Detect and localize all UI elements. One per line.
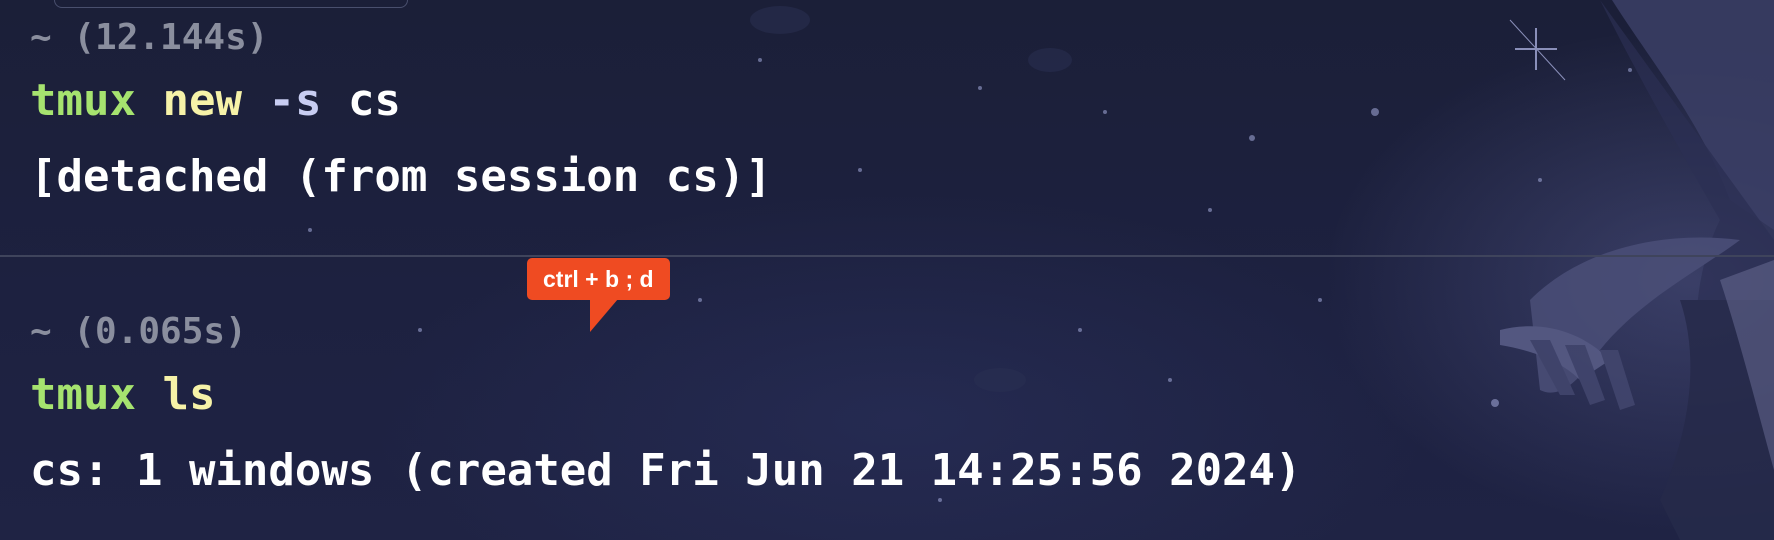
command-output: cs: 1 windows (created Fri Jun 21 14:25:… <box>30 445 1302 496</box>
command-program: tmux <box>30 75 136 126</box>
command-block-2: ~ (0.065s) tmux ls cs: 1 windows (create… <box>30 310 1302 498</box>
top-tab-outline <box>54 0 408 8</box>
command-subcommand: new <box>162 75 242 126</box>
command-output: [detached (from session cs)] <box>30 151 772 202</box>
keystroke-callout: ctrl + b ; d <box>527 258 670 300</box>
command-program: tmux <box>30 369 136 420</box>
timing-label: ~ (0.065s) <box>30 311 247 352</box>
command-line: tmux new -s cs <box>30 74 772 128</box>
command-block-1: ~ (12.144s) tmux new -s cs [detached (fr… <box>30 16 772 204</box>
command-value: cs <box>347 75 401 126</box>
command-subcommand: ls <box>162 369 216 420</box>
timing-label: ~ (12.144s) <box>30 17 269 58</box>
command-flag: -s <box>268 75 322 126</box>
block-divider <box>0 255 1774 257</box>
command-line: tmux ls <box>30 368 1302 422</box>
